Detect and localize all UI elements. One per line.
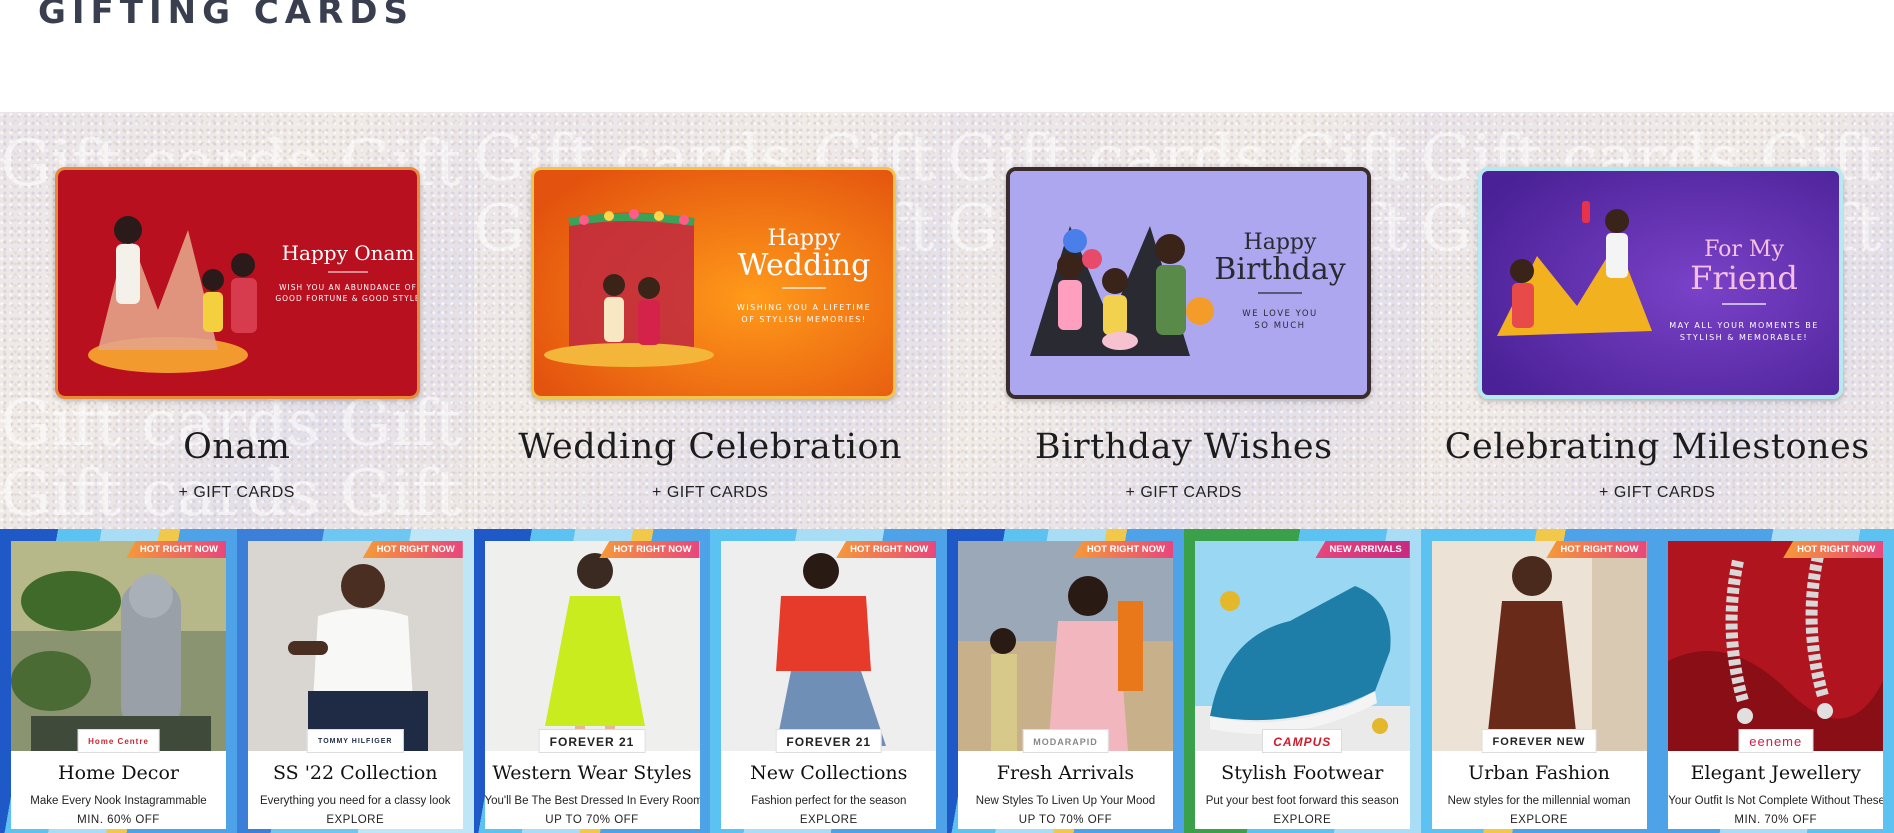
promo-description: Fashion perfect for the season <box>751 795 907 807</box>
brand-logo: TOMMY HILFIGER <box>307 729 404 753</box>
promo-badge: HOT RIGHT NOW <box>125 541 226 558</box>
promo-image[interactable] <box>958 541 1173 751</box>
promo-badge: HOT RIGHT NOW <box>1546 541 1647 558</box>
promo-title[interactable]: Elegant Jewellery <box>1668 762 1883 784</box>
brand-logo: FOREVER 21 <box>775 729 883 753</box>
brand-logo: FOREVER NEW <box>1481 729 1597 753</box>
svg-text:Wedding: Wedding <box>737 248 870 283</box>
promo-description: Your Outfit Is Not Complete Without Thes… <box>1668 795 1884 807</box>
card-heading: Happy Onam <box>282 241 415 265</box>
promo-card-fresh-arrivals[interactable]: HOT RIGHT NOW MODARAPID Fresh Arrivals N… <box>947 529 1184 833</box>
brand-logo: Home Centre <box>77 729 160 753</box>
gift-card-title[interactable]: Birthday Wishes <box>947 427 1421 467</box>
promo-offer[interactable]: UP TO 70% OFF <box>485 814 700 826</box>
svg-text:Birthday: Birthday <box>1214 252 1345 287</box>
svg-text:OF STYLISH MEMORIES!: OF STYLISH MEMORIES! <box>741 315 866 324</box>
brand-logo: eeneme <box>1738 729 1814 753</box>
gift-card-onam[interactable]: Gift cards Gift cards Gift cards Gift ca… <box>0 112 474 529</box>
promo-badge: HOT RIGHT NOW <box>836 541 937 558</box>
promo-title[interactable]: New Collections <box>721 762 936 784</box>
gift-card-friend[interactable]: Gift cards Gift cards Gift cards Gift ca… <box>1420 112 1894 529</box>
svg-text:MAY ALL YOUR MOMENTS BE: MAY ALL YOUR MOMENTS BE <box>1669 321 1819 330</box>
svg-text:WE LOVE YOU: WE LOVE YOU <box>1242 309 1317 319</box>
promo-badge: HOT RIGHT NOW <box>1783 541 1884 558</box>
promo-badge: HOT RIGHT NOW <box>599 541 700 558</box>
promo-image[interactable] <box>1668 541 1884 751</box>
gift-card-image[interactable]: Happy Birthday WE LOVE YOU SO MUCH <box>1006 167 1371 399</box>
gift-card-subtitle[interactable]: + GIFT CARDS <box>0 484 474 502</box>
promo-badge: HOT RIGHT NOW <box>1072 541 1173 558</box>
promo-card-western-wear[interactable]: HOT RIGHT NOW FOREVER 21 Western Wear St… <box>473 529 711 833</box>
promo-title[interactable]: SS '22 Collection <box>248 762 463 784</box>
section-header: GIFTING CARDS <box>38 0 414 42</box>
promo-offer[interactable]: MIN. 60% OFF <box>11 814 226 826</box>
promo-badge: NEW ARRIVALS <box>1315 541 1410 558</box>
promo-offer[interactable]: EXPLORE <box>721 814 936 826</box>
gift-card-title[interactable]: Onam <box>0 427 474 467</box>
gift-card-subtitle[interactable]: + GIFT CARDS <box>474 484 948 502</box>
promo-image[interactable] <box>1431 541 1647 751</box>
promo-description: New Styles To Liven Up Your Mood <box>975 795 1156 807</box>
promo-title[interactable]: Stylish Footwear <box>1195 762 1410 784</box>
brand-logo: FOREVER 21 <box>538 729 646 753</box>
gift-card-subtitle[interactable]: + GIFT CARDS <box>1421 484 1894 502</box>
svg-text:STYLISH & MEMORABLE!: STYLISH & MEMORABLE! <box>1679 333 1807 342</box>
gift-card-title[interactable]: Wedding Celebration <box>474 427 948 467</box>
promo-image[interactable] <box>247 541 463 751</box>
gift-card-title[interactable]: Celebrating Milestones <box>1421 427 1894 467</box>
promo-card-home-decor[interactable]: HOT RIGHT NOW Home Centre Home Decor Mak… <box>0 529 237 833</box>
promo-description: New styles for the millennial woman <box>1447 795 1631 807</box>
promo-title[interactable]: Fresh Arrivals <box>958 762 1173 784</box>
promo-offer[interactable]: EXPLORE <box>1432 814 1647 826</box>
gift-card-image[interactable]: Happy Wedding WISHING YOU A LIFETIME OF … <box>530 167 896 399</box>
page-title: GIFTING CARDS <box>38 0 414 32</box>
promo-image[interactable] <box>484 541 700 751</box>
promo-image[interactable] <box>1194 541 1410 751</box>
promo-title[interactable]: Urban Fashion <box>1432 762 1647 784</box>
svg-text:Friend: Friend <box>1690 259 1798 297</box>
svg-text:WISH YOU AN ABUNDANCE OF: WISH YOU AN ABUNDANCE OF <box>279 283 417 292</box>
promo-description: Everything you need for a classy look <box>260 795 451 807</box>
promo-description: You'll Be The Best Dressed In Every Room <box>484 795 700 807</box>
promo-title[interactable]: Home Decor <box>11 762 226 784</box>
promo-card-jewellery[interactable]: HOT RIGHT NOW eeneme Elegant Jewellery Y… <box>1657 529 1894 833</box>
promo-offer[interactable]: UP TO 70% OFF <box>958 814 1173 826</box>
promo-card-new-collections[interactable]: HOT RIGHT NOW FOREVER 21 New Collections… <box>710 529 947 833</box>
promo-description: Make Every Nook Instagrammable <box>30 795 207 807</box>
gift-card-image[interactable]: For My Friend MAY ALL YOUR MOMENTS BE ST… <box>1477 167 1843 399</box>
gift-card-birthday[interactable]: Gift cards Gift cards Gift cards Gift ca… <box>947 112 1421 529</box>
promo-offer[interactable]: EXPLORE <box>248 814 463 826</box>
gift-card-image[interactable]: Happy Onam WISH YOU AN ABUNDANCE OF GOOD… <box>55 167 420 399</box>
svg-text:SO MUCH: SO MUCH <box>1254 321 1305 331</box>
promo-card-urban-fashion[interactable]: HOT RIGHT NOW FOREVER NEW Urban Fashion … <box>1420 529 1658 833</box>
promo-offer[interactable]: EXPLORE <box>1195 814 1410 826</box>
promo-badge: HOT RIGHT NOW <box>362 541 463 558</box>
svg-text:GOOD FORTUNE & GOOD STYLE: GOOD FORTUNE & GOOD STYLE <box>275 294 420 303</box>
promo-offer[interactable]: MIN. 70% OFF <box>1668 814 1883 826</box>
brand-logo: CAMPUS <box>1262 729 1343 753</box>
brand-logo: MODARAPID <box>1022 729 1109 753</box>
promo-card-footwear[interactable]: NEW ARRIVALS CAMPUS Stylish Footwear Put… <box>1183 529 1421 833</box>
promo-description: Put your best foot forward this season <box>1205 795 1399 807</box>
page: GIFTING CARDS Gift cards Gift cards Gift… <box>0 0 1894 833</box>
promo-row: HOT RIGHT NOW Home Centre Home Decor Mak… <box>0 529 1894 833</box>
promo-card-ss22[interactable]: HOT RIGHT NOW TOMMY HILFIGER SS '22 Coll… <box>236 529 474 833</box>
promo-title[interactable]: Western Wear Styles <box>485 762 700 784</box>
promo-image[interactable] <box>11 541 226 751</box>
gift-card-subtitle[interactable]: + GIFT CARDS <box>947 484 1421 502</box>
promo-image[interactable] <box>721 541 937 751</box>
svg-text:WISHING YOU A LIFETIME: WISHING YOU A LIFETIME <box>736 303 870 312</box>
gift-card-row: Gift cards Gift cards Gift cards Gift ca… <box>0 112 1894 529</box>
gift-card-wedding[interactable]: Gift cards Gift cards Gift cards Gift ca… <box>473 112 948 529</box>
